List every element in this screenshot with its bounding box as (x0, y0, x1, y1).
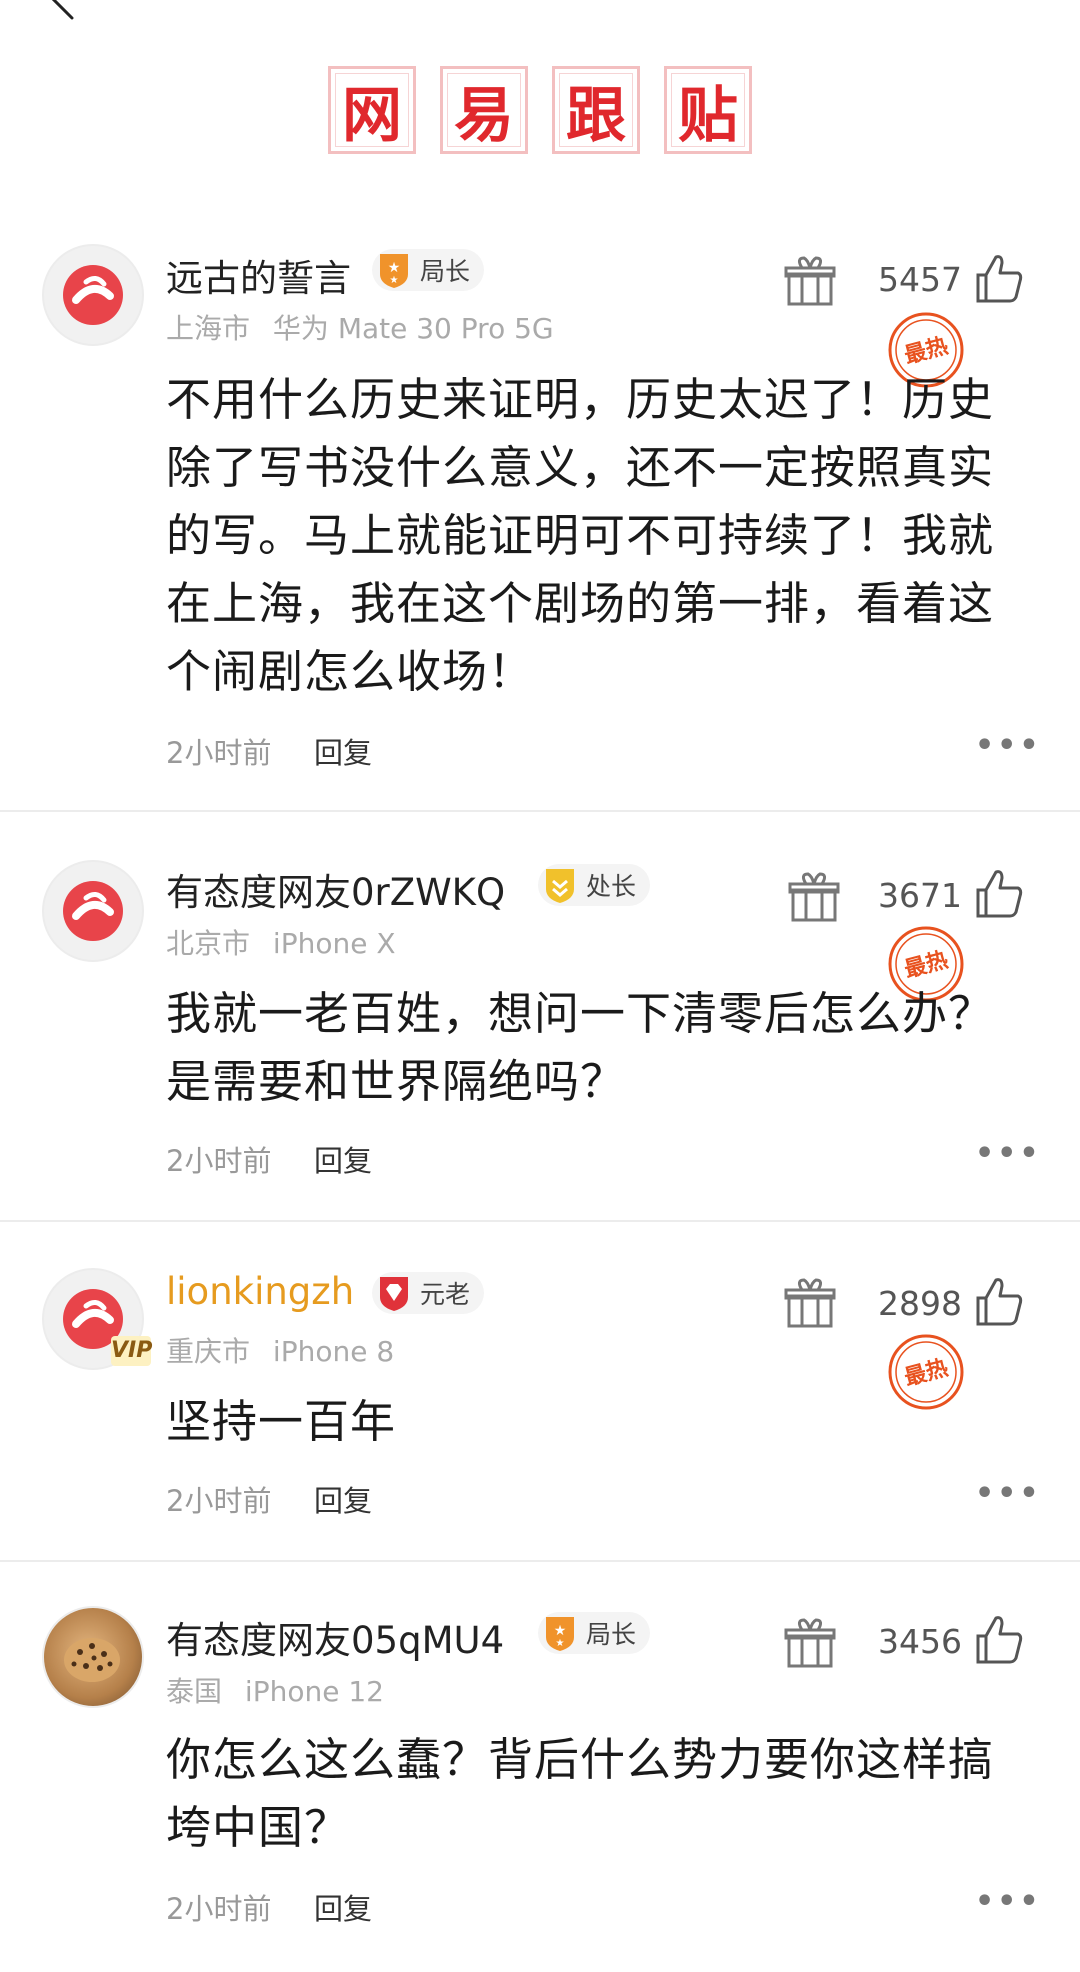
reply-button[interactable]: 回复 (314, 730, 372, 772)
gift-icon[interactable] (786, 868, 842, 924)
netease-avatar-icon (63, 881, 123, 941)
more-options-button[interactable]: ••• (975, 728, 1042, 763)
leopard-avatar-icon (64, 1638, 120, 1682)
rank-shield-icon: ★ ★ (546, 1617, 574, 1651)
like-count: 2898 (878, 1284, 962, 1323)
brand-char: 网 (328, 66, 416, 154)
svg-text:★: ★ (388, 260, 401, 276)
more-options-button[interactable]: ••• (975, 1884, 1042, 1919)
brand-char: 跟 (552, 66, 640, 154)
svg-text:最热: 最热 (902, 333, 951, 370)
location: 泰国 (166, 1675, 223, 1708)
like-count: 3671 (878, 876, 962, 915)
comment-text: 你怎么这么蠢？背后什么势力要你这样搞垮中国？ (166, 1733, 995, 1854)
timestamp: 2小时前 (166, 1484, 272, 1518)
avatar[interactable] (42, 860, 144, 962)
username[interactable]: 有态度网友05qMU4 (166, 1610, 504, 1664)
thumbs-up-icon[interactable] (972, 1274, 1026, 1328)
badge-label: 处长 (586, 872, 637, 901)
svg-text:★: ★ (390, 275, 399, 286)
svg-text:最热: 最热 (902, 947, 951, 984)
rank-shield-icon: ★ ★ (380, 254, 408, 288)
user-meta: 重庆市 iPhone 8 (166, 1330, 394, 1370)
svg-text:★: ★ (554, 1623, 567, 1639)
rank-badge: ★ ★ 局长 (538, 1612, 651, 1654)
timestamp: 2小时前 (166, 1144, 272, 1178)
divider (0, 1560, 1080, 1562)
thumbs-up-icon[interactable] (972, 1612, 1026, 1666)
location: 北京市 (166, 927, 251, 960)
brand-char: 易 (440, 66, 528, 154)
timestamp: 2小时前 (166, 736, 272, 770)
rank-shield-icon (546, 869, 574, 903)
device: iPhone X (272, 927, 396, 960)
rank-badge: ★ ★ 局长 (372, 249, 485, 291)
location: 重庆市 (166, 1335, 251, 1368)
more-options-button[interactable]: ••• (975, 1136, 1042, 1171)
brand-title: 网 易 跟 贴 (0, 66, 1080, 154)
divider (0, 1220, 1080, 1222)
comment-text: 我就一老百姓，想问一下清零后怎么办？是需要和世界隔绝吗？ (166, 987, 995, 1108)
rank-badge: 处长 (538, 864, 651, 906)
location: 上海市 (166, 312, 251, 345)
reply-button[interactable]: 回复 (314, 1478, 372, 1520)
like-count: 3456 (878, 1622, 962, 1661)
thumbs-up-icon[interactable] (972, 866, 1026, 920)
device: 华为 Mate 30 Pro 5G (272, 312, 554, 345)
rank-badge: 元老 (372, 1272, 485, 1314)
user-meta: 上海市 华为 Mate 30 Pro 5G (166, 307, 554, 347)
badge-label: 局长 (586, 1620, 637, 1649)
device: iPhone 8 (272, 1335, 395, 1368)
comment-text: 坚持一百年 (166, 1395, 397, 1448)
timestamp: 2小时前 (166, 1892, 272, 1926)
username[interactable]: 有态度网友0rZWKQ (166, 862, 505, 916)
more-options-button[interactable]: ••• (975, 1476, 1042, 1511)
rank-diamond-icon (380, 1277, 408, 1311)
user-meta: 北京市 iPhone X (166, 922, 396, 962)
like-count: 5457 (878, 260, 962, 299)
badge-label: 局长 (420, 257, 471, 286)
vip-badge: VIP (111, 1336, 152, 1366)
comment-text: 不用什么历史来证明，历史太迟了！历史除了写书没什么意义，还不一定按照真实的写。马… (166, 373, 995, 698)
badge-label: 元老 (420, 1280, 471, 1309)
user-meta: 泰国 iPhone 12 (166, 1670, 384, 1710)
netease-avatar-icon (63, 265, 123, 325)
svg-text:★: ★ (556, 1638, 565, 1649)
svg-text:最热: 最热 (902, 1355, 951, 1392)
avatar[interactable] (42, 1606, 144, 1708)
reply-button[interactable]: 回复 (314, 1886, 372, 1928)
comments-page: 网 易 跟 贴 远古的誓言 ★ ★ 局长 上海市 华为 Mate 30 Pro … (0, 0, 1080, 1972)
device: iPhone 12 (244, 1675, 384, 1708)
gift-icon[interactable] (782, 1274, 838, 1330)
reply-button[interactable]: 回复 (314, 1138, 372, 1180)
divider (0, 810, 1080, 812)
username[interactable]: lionkingzh (166, 1270, 354, 1313)
username[interactable]: 远古的誓言 (166, 248, 351, 302)
back-arrow-icon[interactable] (42, 0, 90, 34)
thumbs-up-icon[interactable] (972, 251, 1026, 305)
gift-icon[interactable] (782, 252, 838, 308)
gift-icon[interactable] (782, 1614, 838, 1670)
brand-char: 贴 (664, 66, 752, 154)
avatar[interactable] (42, 244, 144, 346)
